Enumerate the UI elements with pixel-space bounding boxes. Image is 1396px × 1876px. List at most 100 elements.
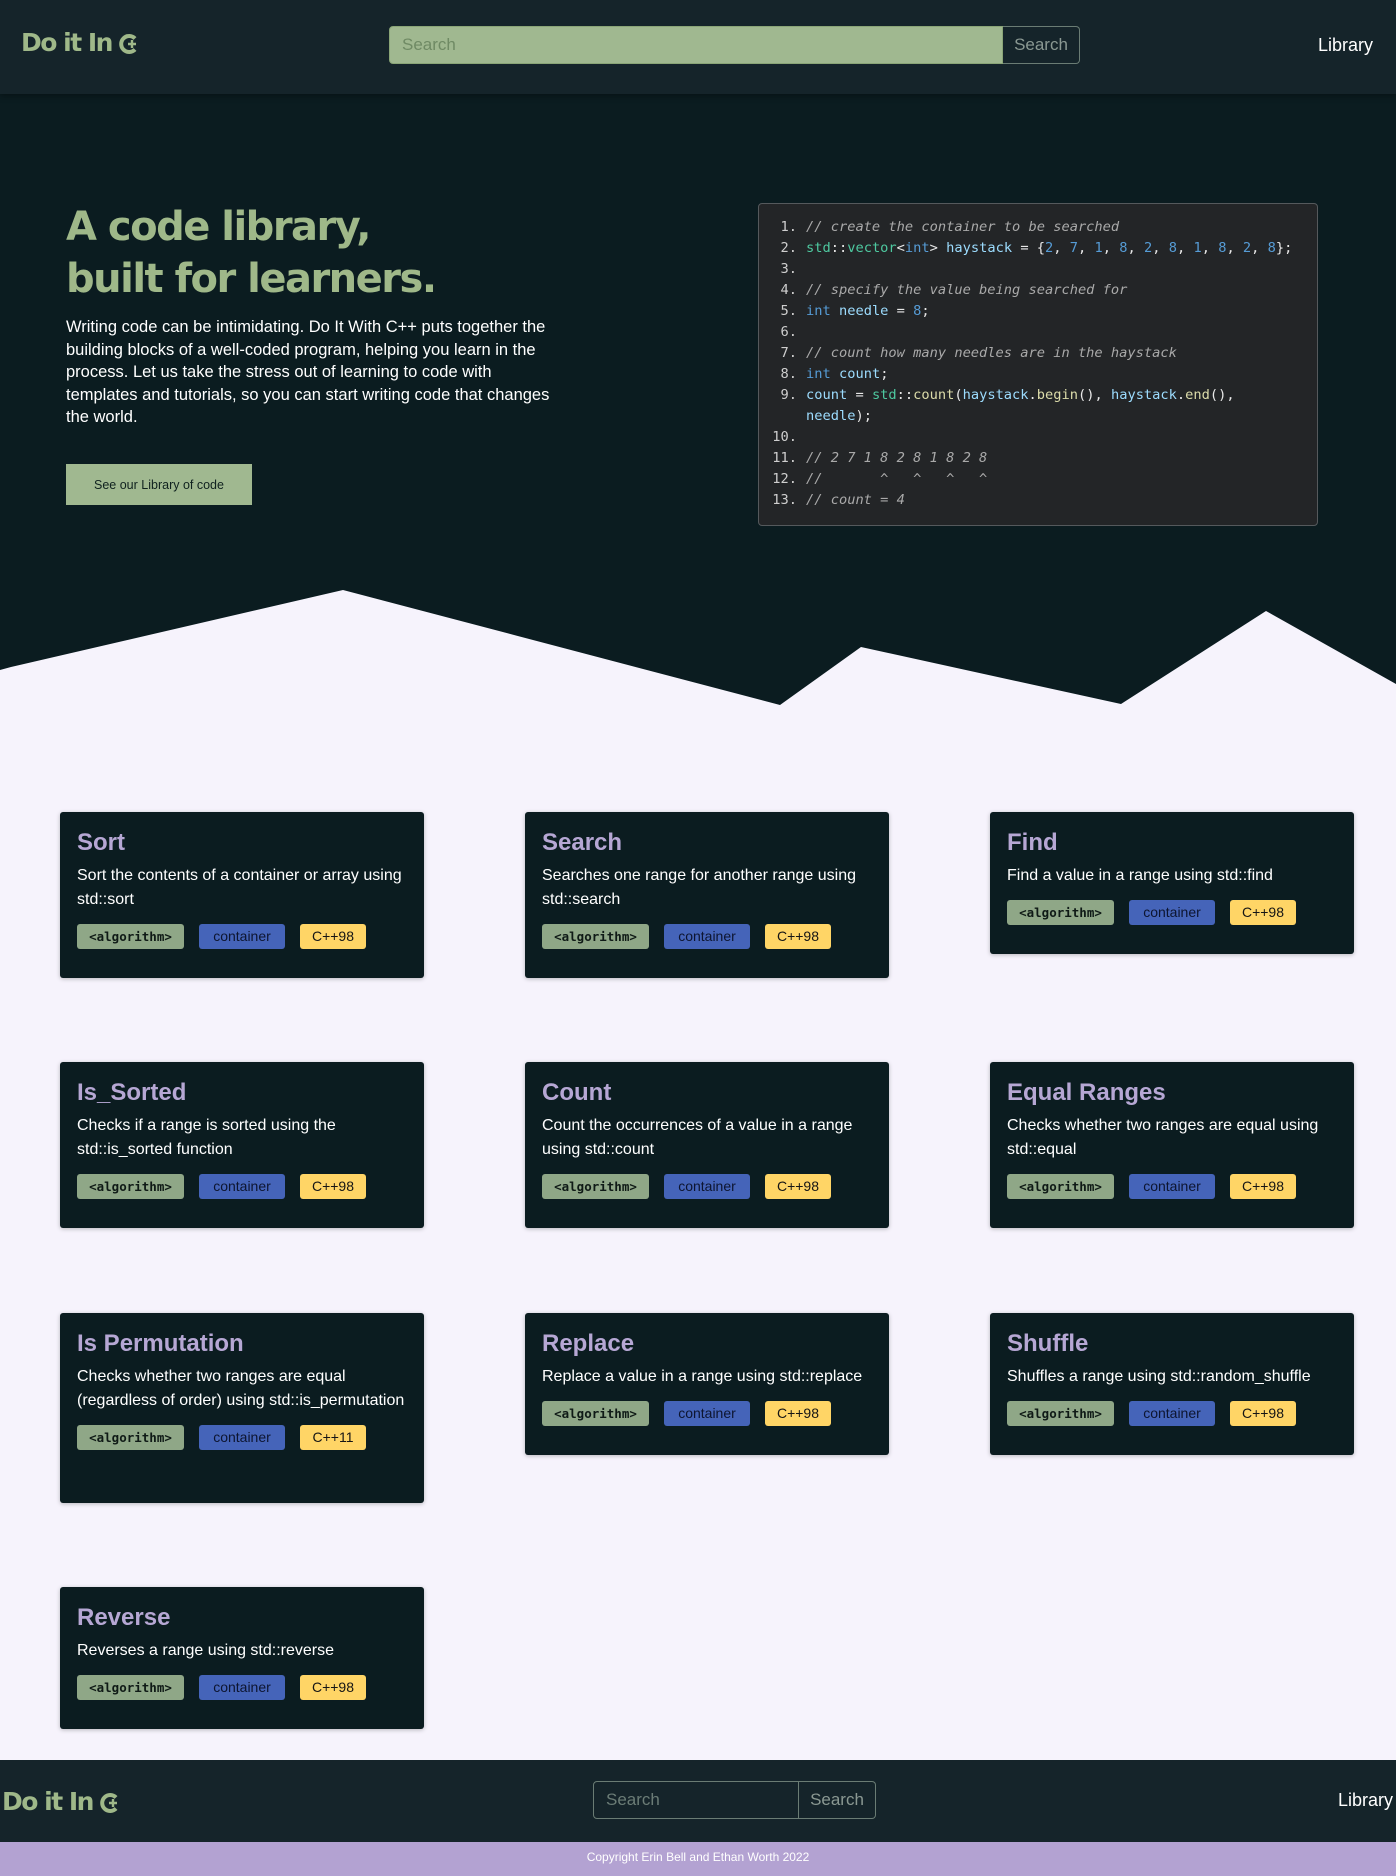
tag-container[interactable]: container (1129, 1174, 1215, 1199)
card-description: Find a value in a range using std::find (1007, 867, 1273, 884)
tag-container[interactable]: container (664, 1401, 750, 1426)
card-description: Checks if a range is sorted using the st… (77, 1117, 336, 1158)
card-description: Searches one range for another range usi… (542, 867, 856, 908)
card-tags: <algorithm> container C++98 (1007, 900, 1337, 925)
tag-standard[interactable]: C++98 (1230, 1401, 1296, 1426)
card-title[interactable]: Sort (77, 828, 407, 858)
hero-description: Writing code can be intimidating. Do It … (66, 318, 550, 426)
logo-text: Do it In (21, 28, 113, 57)
tag-algorithm[interactable]: <algorithm> (542, 1401, 649, 1426)
code-line: 7.// count how many needles are in the h… (780, 345, 1177, 361)
hero-title-line1: A code library, (66, 204, 371, 250)
tag-container[interactable]: container (199, 1174, 285, 1199)
code-line: 13.// count = 4 (772, 492, 905, 508)
code-line: 1.// create the container to be searched (780, 219, 1120, 235)
footer-search-input[interactable] (593, 1781, 799, 1819)
tag-container[interactable]: container (199, 924, 285, 949)
code-line: 12.// ^ ^ ^ ^ (772, 471, 988, 487)
card-tags: <algorithm> container C++98 (77, 1174, 407, 1199)
hero-section: A code library, built for learners. Writ… (0, 94, 1396, 705)
code-line: 10. (772, 429, 797, 445)
library-card-is-permutation[interactable]: Is Permutation Checks whether two ranges … (60, 1313, 424, 1503)
nav-library-link[interactable]: Library (1318, 35, 1373, 56)
card-tags: <algorithm> container C++98 (1007, 1174, 1337, 1199)
library-card-search[interactable]: Search Searches one range for another ran… (525, 812, 889, 978)
tag-standard[interactable]: C++98 (1230, 900, 1296, 925)
card-tags: <algorithm> container C++98 (542, 924, 872, 949)
card-title[interactable]: Replace (542, 1329, 872, 1359)
copyright-bar: Copyright Erin Bell and Ethan Worth 2022 (0, 1842, 1396, 1876)
card-description: Reverses a range using std::reverse (77, 1642, 335, 1659)
card-title[interactable]: Reverse (77, 1603, 407, 1633)
tag-container[interactable]: container (199, 1675, 285, 1700)
cpp-logo-icon (119, 28, 141, 57)
tag-standard[interactable]: C++98 (765, 1174, 831, 1199)
tag-standard[interactable]: C++98 (765, 924, 831, 949)
header-search: Search (389, 26, 1080, 64)
code-line: 5. int needle = 8; (780, 303, 930, 319)
card-description: Replace a value in a range using std::re… (542, 1368, 863, 1385)
site-logo[interactable]: Do it In (21, 28, 141, 57)
tag-container[interactable]: container (664, 1174, 750, 1199)
footer-library-link[interactable]: Library (1338, 1790, 1396, 1811)
tag-standard[interactable]: C++98 (300, 924, 366, 949)
tag-algorithm[interactable]: <algorithm> (542, 1174, 649, 1199)
tag-algorithm[interactable]: <algorithm> (77, 1675, 184, 1700)
card-title[interactable]: Is Permutation (77, 1329, 407, 1359)
tag-standard[interactable]: C++98 (1230, 1174, 1296, 1199)
footer-logo[interactable]: Do it In (2, 1787, 122, 1816)
code-line: 6. (780, 324, 797, 340)
code-line: 4.// specify the value being searched fo… (780, 282, 1128, 298)
library-card-find[interactable]: FindFind a value in a range using std::f… (990, 812, 1354, 954)
code-line: 2. std::vector<int> haystack = {2, 7, 1, … (759, 238, 1317, 259)
card-description: Shuffles a range using std::random_shuff… (1007, 1368, 1311, 1385)
card-tags: <algorithm> container C++11 (77, 1425, 407, 1450)
tag-algorithm[interactable]: <algorithm> (1007, 1401, 1114, 1426)
tag-algorithm[interactable]: <algorithm> (77, 1425, 184, 1450)
library-cta-button[interactable]: See our Library of code (66, 464, 252, 505)
tag-algorithm[interactable]: <algorithm> (1007, 1174, 1114, 1199)
footer-search: Search (593, 1781, 876, 1819)
library-card-replace[interactable]: Replace Replace a value in a range using … (525, 1313, 889, 1455)
tag-container[interactable]: container (1129, 1401, 1215, 1426)
code-line: 3. (780, 261, 797, 277)
library-card-count[interactable]: Count Count the occurrences of a value in… (525, 1062, 889, 1228)
footer-search-button[interactable]: Search (799, 1781, 876, 1819)
tag-standard[interactable]: C++98 (300, 1174, 366, 1199)
tag-container[interactable]: container (1129, 900, 1215, 925)
code-line: 8. int count; (780, 366, 889, 382)
tag-container[interactable]: container (664, 924, 750, 949)
card-tags: <algorithm> container C++98 (542, 1401, 872, 1426)
tag-algorithm[interactable]: <algorithm> (77, 924, 184, 949)
card-title[interactable]: Search (542, 828, 872, 858)
tag-standard[interactable]: C++98 (765, 1401, 831, 1426)
library-card-shuffle[interactable]: ShuffleShuffles a range using std::rando… (990, 1313, 1354, 1455)
cpp-logo-icon (100, 1787, 122, 1816)
tag-algorithm[interactable]: <algorithm> (1007, 900, 1114, 925)
card-title[interactable]: Equal Ranges (1007, 1078, 1337, 1108)
code-sample: 1.// create the container to be searched… (758, 203, 1318, 526)
card-tags: <algorithm> container C++98 (77, 924, 407, 949)
card-tags: <algorithm> container C++98 (542, 1174, 872, 1199)
tag-container[interactable]: container (199, 1425, 285, 1450)
card-title[interactable]: Shuffle (1007, 1329, 1337, 1359)
site-footer: Do it In Search Library (0, 1760, 1396, 1842)
card-title[interactable]: Find (1007, 828, 1337, 858)
tag-algorithm[interactable]: <algorithm> (542, 924, 649, 949)
footer-logo-text: Do it In (2, 1787, 94, 1816)
library-card-is-sorted[interactable]: Is_Sorted Checks if a range is sorted usi… (60, 1062, 424, 1228)
card-description: Sort the contents of a container or arra… (77, 867, 402, 908)
card-title[interactable]: Is_Sorted (77, 1078, 407, 1108)
card-title[interactable]: Count (542, 1078, 872, 1108)
tag-standard[interactable]: C++11 (300, 1425, 366, 1450)
tag-standard[interactable]: C++98 (300, 1675, 366, 1700)
card-description: Checks whether two ranges are equal usin… (1007, 1117, 1319, 1158)
library-card-reverse[interactable]: ReverseReverses a range using std::rever… (60, 1587, 424, 1729)
tag-algorithm[interactable]: <algorithm> (77, 1174, 184, 1199)
library-card-equal-ranges[interactable]: Equal Ranges Checks whether two ranges ar… (990, 1062, 1354, 1228)
search-input[interactable] (389, 26, 1003, 64)
code-line: 9. count = std::count(haystack.begin(), h… (780, 387, 1243, 424)
library-card-sort[interactable]: Sort Sort the contents of a container or … (60, 812, 424, 978)
search-button[interactable]: Search (1003, 26, 1080, 64)
code-line-2-text: std::vector<int> haystack = {2, 7, 1, 8,… (806, 240, 1293, 256)
